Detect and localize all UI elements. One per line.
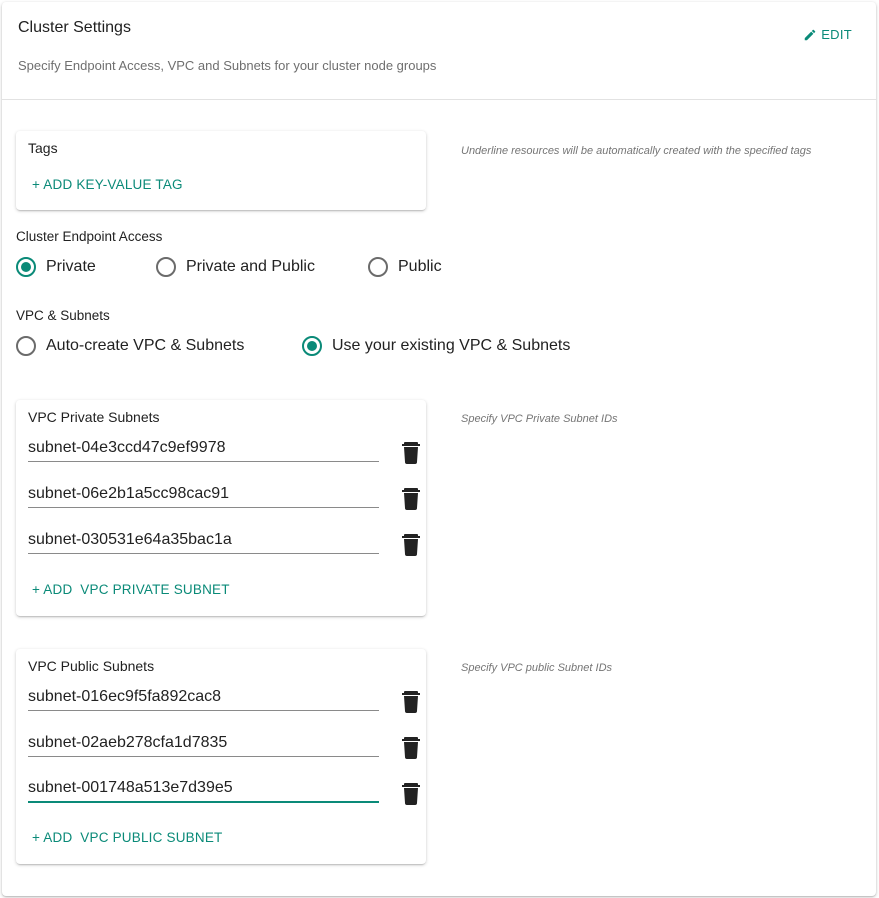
trash-icon[interactable] — [402, 691, 420, 713]
edit-button[interactable]: EDIT — [803, 27, 852, 42]
radio-label: Private and Public — [186, 258, 315, 275]
endpoint-access-radio-group: Private Private and Public Public — [16, 257, 442, 277]
add-public-subnet-button[interactable]: + ADD VPC PUBLIC SUBNET — [32, 830, 222, 845]
public-subnets-card: VPC Public Subnets + ADD VPC PUBLIC SUBN… — [16, 649, 426, 864]
public-subnets-hint: Specify VPC public Subnet IDs — [461, 662, 613, 674]
tags-title: Tags — [28, 140, 58, 156]
public-subnet-row — [28, 683, 420, 719]
radio-public[interactable]: Public — [368, 257, 442, 277]
private-subnets-card: VPC Private Subnets + ADD VPC PRIVATE SU… — [16, 400, 426, 616]
private-subnet-row — [28, 526, 420, 562]
radio-auto-create-vpc[interactable]: Auto-create VPC & Subnets — [16, 336, 302, 356]
page-title: Cluster Settings — [18, 19, 131, 36]
pencil-icon — [804, 29, 816, 40]
private-subnets-title: VPC Private Subnets — [28, 409, 160, 425]
private-subnet-row — [28, 434, 420, 470]
vpc-subnets-label: VPC & Subnets — [16, 308, 110, 323]
panel-header: Cluster Settings Specify Endpoint Access… — [2, 2, 876, 100]
vpc-radio-group: Auto-create VPC & Subnets Use your exist… — [16, 336, 570, 356]
private-subnet-input[interactable] — [28, 434, 379, 462]
public-subnet-row — [28, 775, 420, 811]
radio-label: Public — [398, 258, 442, 275]
private-subnets-hint: Specify VPC Private Subnet IDs — [461, 413, 618, 425]
page-subtitle: Specify Endpoint Access, VPC and Subnets… — [18, 58, 437, 73]
public-subnet-input[interactable] — [28, 683, 379, 711]
radio-circle — [16, 336, 36, 356]
add-key-value-tag-button[interactable]: + ADD KEY-VALUE TAG — [32, 177, 183, 192]
trash-icon[interactable] — [402, 737, 420, 759]
radio-label: Use your existing VPC & Subnets — [332, 337, 571, 354]
public-subnet-input[interactable] — [28, 729, 379, 757]
public-subnet-row — [28, 729, 420, 765]
private-subnet-input[interactable] — [28, 526, 379, 554]
trash-icon[interactable] — [402, 442, 420, 464]
tags-card: Tags + ADD KEY-VALUE TAG — [16, 131, 426, 210]
edit-label: EDIT — [821, 27, 852, 42]
tags-hint: Underline resources will be automaticall… — [461, 145, 812, 157]
radio-circle-checked — [16, 257, 36, 277]
radio-circle — [156, 257, 176, 277]
radio-circle — [368, 257, 388, 277]
private-subnet-input[interactable] — [28, 480, 379, 508]
radio-private[interactable]: Private — [16, 257, 156, 277]
trash-icon[interactable] — [402, 488, 420, 510]
radio-label: Private — [46, 258, 96, 275]
trash-icon[interactable] — [402, 783, 420, 805]
radio-use-existing-vpc[interactable]: Use your existing VPC & Subnets — [302, 336, 570, 356]
add-private-subnet-button[interactable]: + ADD VPC PRIVATE SUBNET — [32, 582, 230, 597]
trash-icon[interactable] — [402, 534, 420, 556]
radio-circle-checked — [302, 336, 322, 356]
public-subnets-title: VPC Public Subnets — [28, 658, 155, 674]
radio-label: Auto-create VPC & Subnets — [46, 337, 245, 354]
private-subnet-row — [28, 480, 420, 516]
radio-private-and-public[interactable]: Private and Public — [156, 257, 368, 277]
endpoint-access-label: Cluster Endpoint Access — [16, 229, 163, 244]
public-subnet-input-focused[interactable] — [28, 775, 379, 803]
